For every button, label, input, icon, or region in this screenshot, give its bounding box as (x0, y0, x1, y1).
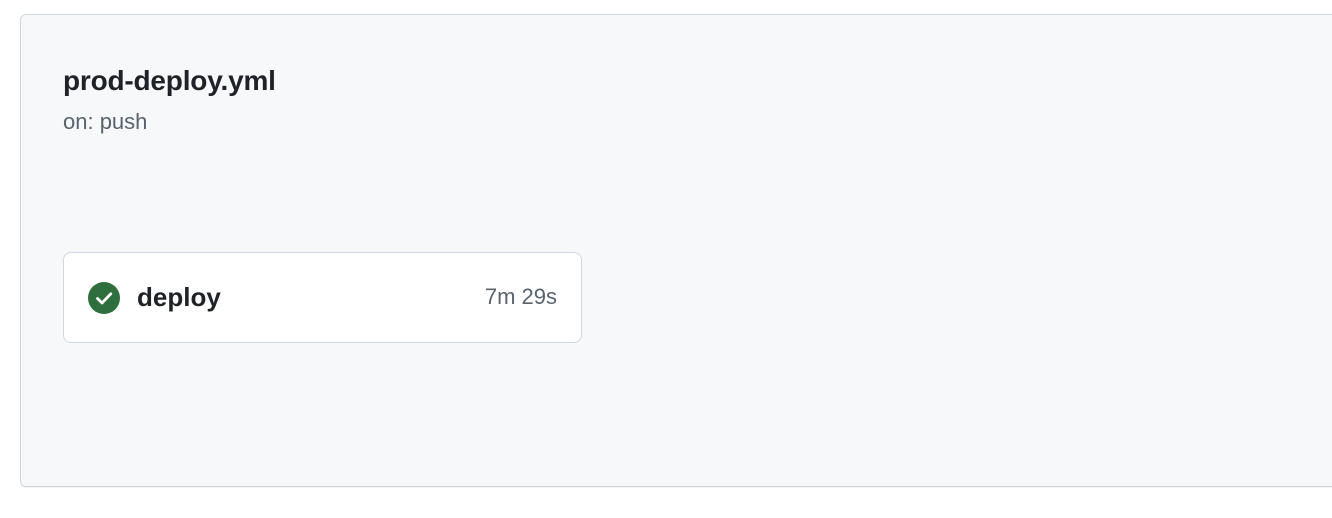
check-circle-icon (88, 282, 120, 314)
workflow-title: prod-deploy.yml (63, 65, 276, 96)
job-card-deploy[interactable]: deploy 7m 29s (63, 252, 582, 343)
workflow-graph-panel: prod-deploy.yml on: push deploy 7m 29s (20, 14, 1332, 487)
job-duration: 7m 29s (484, 284, 557, 309)
workflow-trigger: on: push (63, 109, 148, 134)
job-name: deploy (137, 282, 221, 312)
